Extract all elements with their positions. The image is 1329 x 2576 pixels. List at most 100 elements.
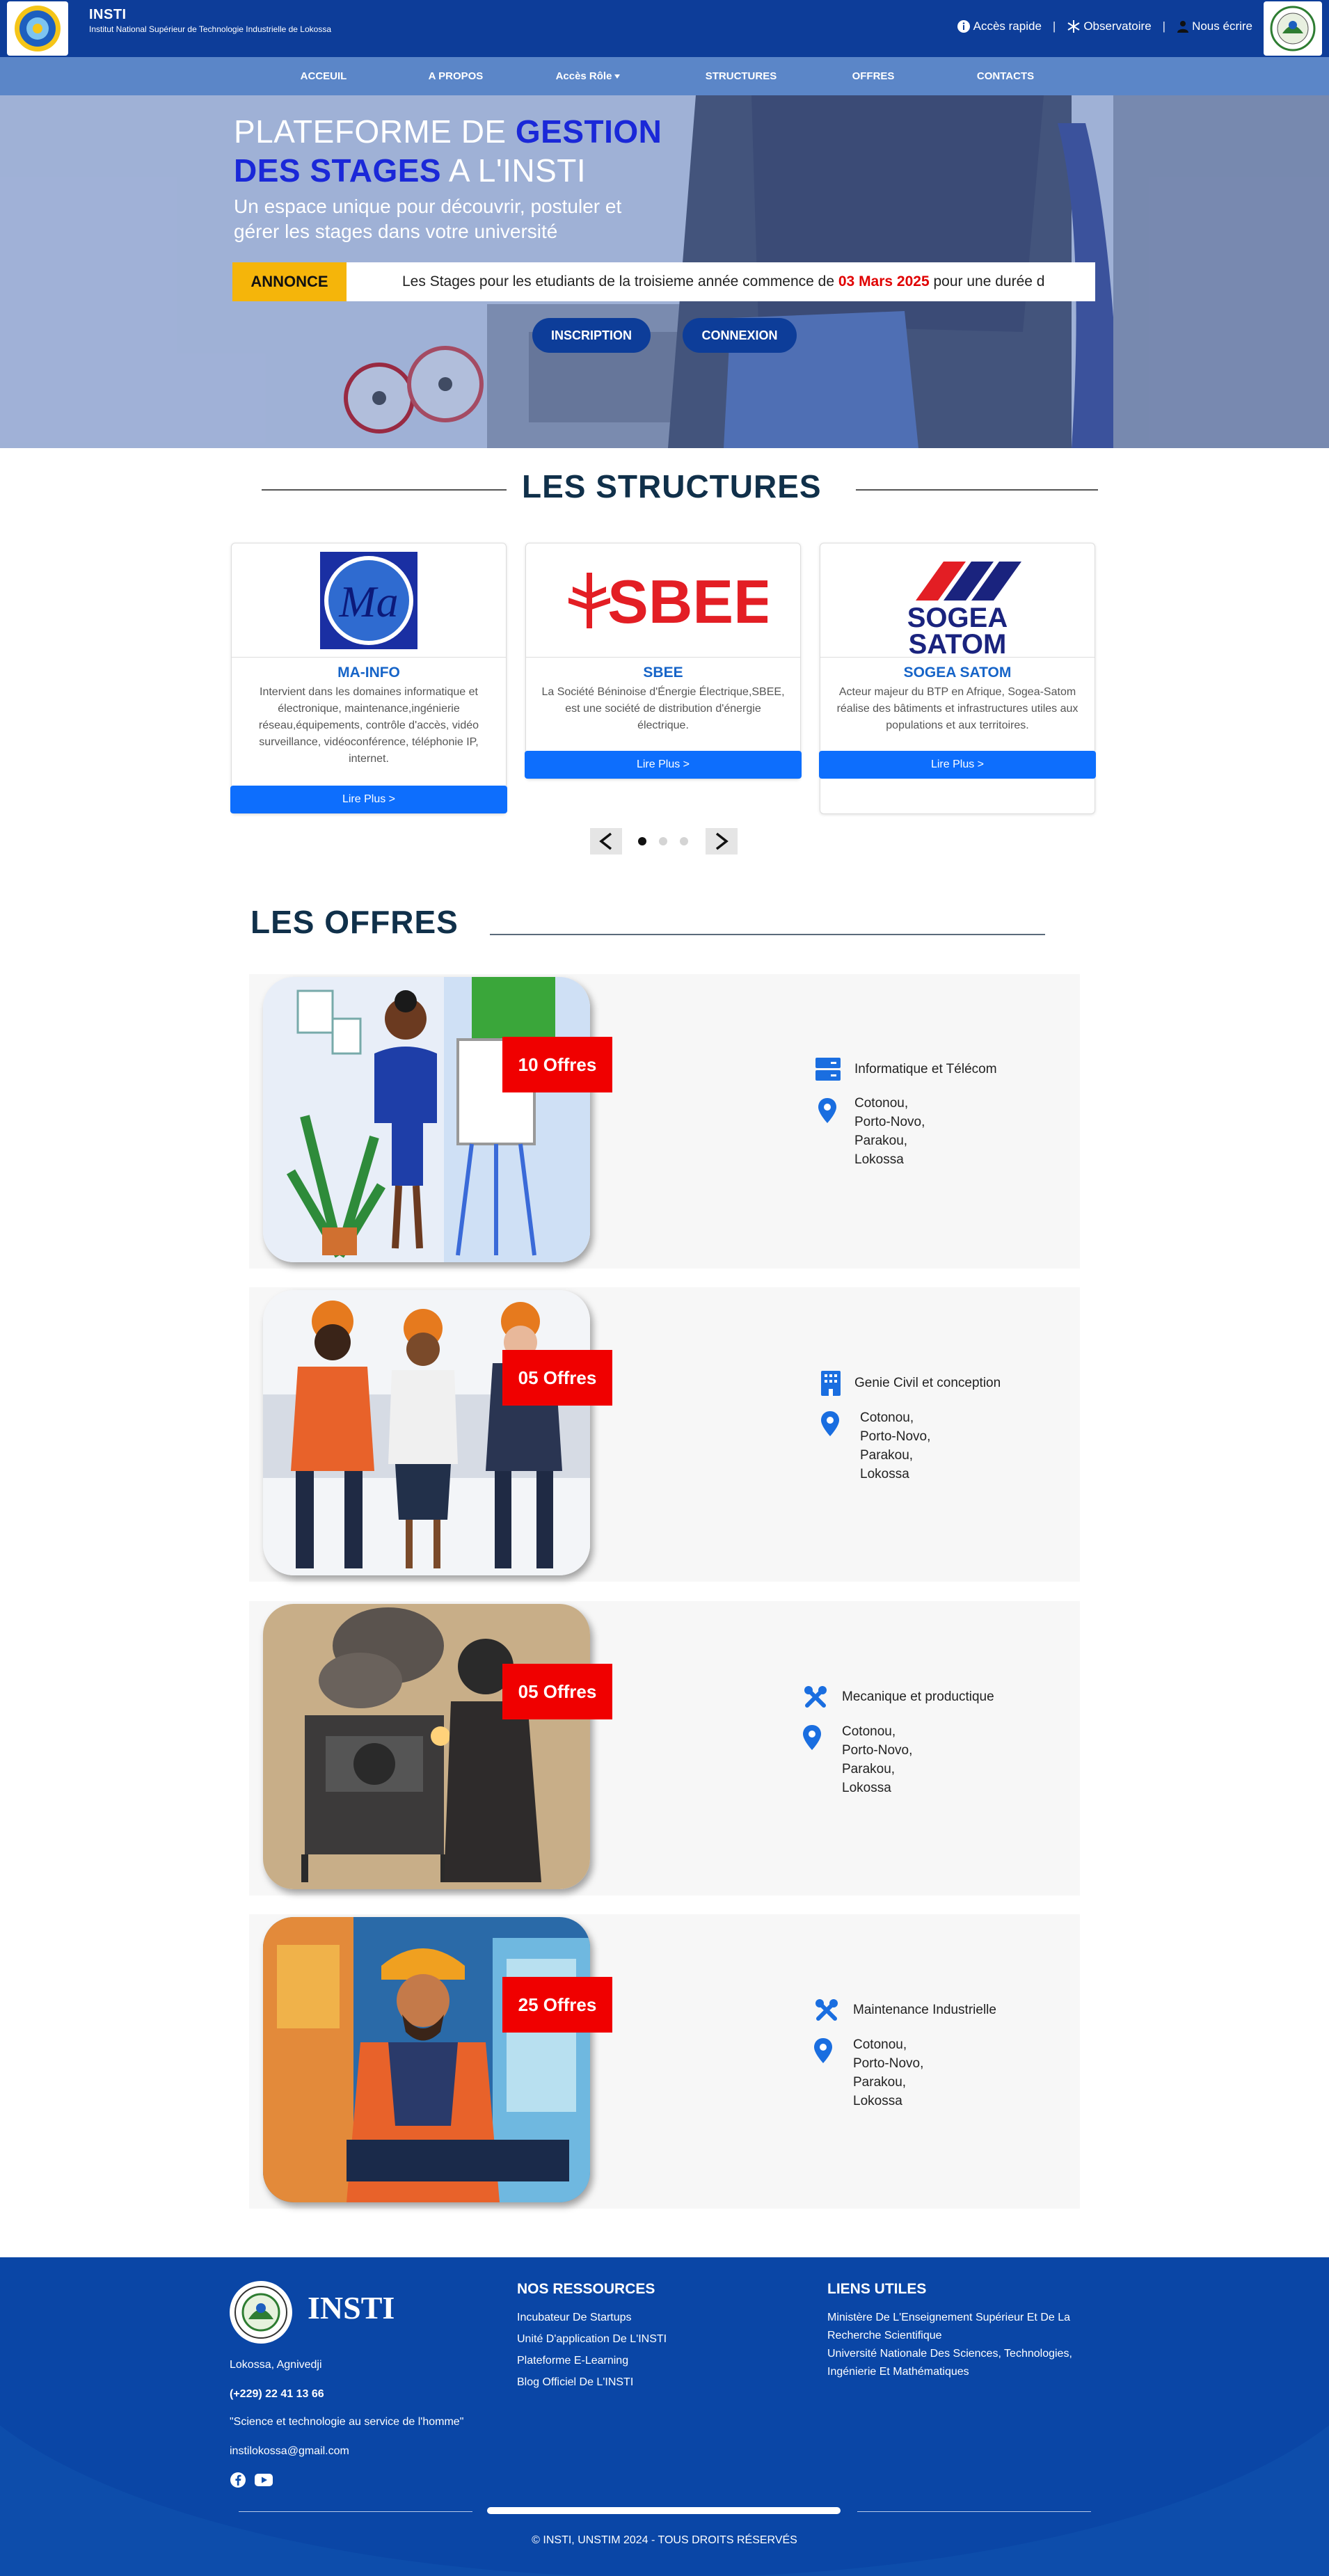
university-logo[interactable] <box>1264 1 1322 56</box>
nav-item-contacts[interactable]: CONTACTS <box>960 70 1051 82</box>
write-us-link[interactable]: Nous écrire <box>1177 19 1252 33</box>
offer-info: Informatique et Télécom Cotonou, Porto-N… <box>815 1058 997 1169</box>
offer-row[interactable]: 10 Offres Informatique et Télécom Cotono… <box>249 974 1080 1269</box>
footer-link-ministere[interactable]: Ministère De L'Enseignement Supérieur Et… <box>827 2309 1092 2345</box>
caret-down-icon <box>614 74 621 79</box>
tools-icon <box>804 1686 827 1708</box>
offer-info: Maintenance Industrielle Cotonou, Porto-… <box>814 1998 996 2110</box>
main-nav: ACCEUIL A PROPOS Accès Rôle STRUCTURES O… <box>0 57 1329 95</box>
offer-row[interactable]: 05 Offres Mecanique et productique Coton… <box>249 1601 1080 1895</box>
quick-access-link[interactable]: Accès rapide <box>957 19 1042 33</box>
connexion-button[interactable]: CONNEXION <box>683 318 797 353</box>
tools-icon <box>815 1999 838 2021</box>
location-pin-icon <box>814 2038 832 2063</box>
structure-description: La Société Béninoise d'Énergie Électriqu… <box>541 686 785 731</box>
youtube-icon[interactable] <box>255 2472 273 2488</box>
sogea-satom-logo-icon: SOGEA SATOM <box>907 561 1021 656</box>
footer-link-incubateur[interactable]: Incubateur De Startups <box>517 2309 632 2327</box>
announcement-text-a: Les Stages pour les etudiants de la troi… <box>402 273 838 289</box>
offer-domain-label: Genie Civil et conception <box>854 1376 1001 1390</box>
city: Parakou, <box>860 1448 914 1463</box>
nav-item-offres[interactable]: OFFRES <box>828 70 918 82</box>
observatory-link[interactable]: Observatoire <box>1067 19 1152 33</box>
carousel-dot[interactable] <box>680 837 688 845</box>
hero-subtitle: Un espace unique pour découvrir, postule… <box>234 196 622 242</box>
carousel-prev-button[interactable] <box>590 828 622 854</box>
structure-logo: SBEE <box>526 543 800 658</box>
nav-item-accueil[interactable]: ACCEUIL <box>278 70 369 82</box>
offers-title: LES OFFRES <box>250 904 459 940</box>
footer-link-unite[interactable]: Unité D'application De L'INSTI <box>517 2330 667 2348</box>
quick-access-label: Accès rapide <box>973 19 1042 33</box>
user-icon <box>1177 21 1189 33</box>
chevron-left-icon <box>599 832 612 850</box>
footer-logo[interactable] <box>230 2281 292 2344</box>
brand-name: INSTI <box>89 7 127 22</box>
insti-emblem-icon <box>234 2286 287 2339</box>
footer-link-blog[interactable]: Blog Officiel De L'INSTI <box>517 2374 633 2392</box>
structures-title: LES STRUCTURES <box>522 468 822 504</box>
hero-title-highlight-1: GESTION <box>515 113 662 150</box>
structure-card: Ma MA-INFO Intervient dans les domaines … <box>230 543 507 814</box>
write-us-label: Nous écrire <box>1192 19 1252 33</box>
footer-divider-bar <box>487 2507 841 2514</box>
offer-cities: Cotonou, Porto-Novo, Parakou, Lokossa <box>854 1094 997 1169</box>
offer-domain: Informatique et Télécom <box>815 1058 997 1081</box>
offer-domain-label: Maintenance Industrielle <box>853 2003 996 2017</box>
offer-domain: Maintenance Industrielle <box>814 1998 996 2023</box>
insti-logo[interactable] <box>7 1 68 56</box>
offer-image <box>263 977 590 1262</box>
offer-domain: Mecanique et productique <box>803 1685 994 1710</box>
mechanic-illustration <box>263 1604 590 1889</box>
offer-row[interactable]: 25 Offres Maintenance Industrielle Coton… <box>249 1914 1080 2209</box>
nav-item-a-propos[interactable]: A PROPOS <box>411 70 501 82</box>
building-icon <box>821 1371 841 1396</box>
announcement-text-b: pour une durée d <box>929 273 1045 289</box>
info-icon <box>957 20 970 33</box>
inscription-button[interactable]: INSCRIPTION <box>532 318 651 353</box>
structure-logo: Ma <box>232 543 506 658</box>
observatory-label: Observatoire <box>1083 19 1152 33</box>
quick-links: Accès rapide | Observatoire | Nous écrir… <box>957 19 1252 33</box>
offer-domain: Genie Civil et conception <box>821 1371 1001 1396</box>
footer: INSTI Lokossa, Agnivedji (+229) 22 41 13… <box>0 2257 1329 2576</box>
location-pin-icon <box>821 1411 839 1436</box>
footer-link-elearning[interactable]: Plateforme E-Learning <box>517 2352 628 2370</box>
offer-count-badge: 05 Offres <box>502 1664 612 1719</box>
city: Parakou, <box>854 1134 908 1148</box>
hero-title-part1: PLATEFORME DE <box>234 113 516 150</box>
city: Porto-Novo, <box>860 1429 931 1444</box>
server-icon <box>815 1058 841 1081</box>
chevron-right-icon <box>715 832 729 850</box>
sbee-logo-icon: SBEE <box>568 567 767 636</box>
carousel-dot[interactable] <box>638 837 646 845</box>
nav-item-acces-role[interactable]: Accès Rôle <box>543 70 633 82</box>
city: Porto-Novo, <box>853 2056 924 2071</box>
structure-name: SOGEA SATOM <box>903 665 1012 681</box>
city: Lokossa <box>853 2094 902 2108</box>
nav-item-acces-role-label: Accès Rôle <box>555 70 612 82</box>
footer-email[interactable]: instilokossa@gmail.com <box>230 2445 349 2458</box>
separator: | <box>1052 19 1056 33</box>
divider-line <box>262 489 507 491</box>
announcement-text: Les Stages pour les etudiants de la troi… <box>347 273 1044 290</box>
carousel-next-button[interactable] <box>706 828 738 854</box>
ma-info-logo-icon: Ma <box>320 551 417 649</box>
read-more-button[interactable]: Lire Plus > <box>230 786 507 813</box>
carousel-dot[interactable] <box>659 837 667 845</box>
footer-phone[interactable]: (+229) 22 41 13 66 <box>230 2388 324 2401</box>
facebook-icon[interactable] <box>230 2472 246 2488</box>
footer-link-unstim[interactable]: Université Nationale Des Sciences, Techn… <box>827 2345 1092 2381</box>
structure-name: MA-INFO <box>337 665 400 681</box>
offer-row[interactable]: 05 Offres Genie Civil et conception Coto… <box>249 1287 1080 1582</box>
read-more-button[interactable]: Lire Plus > <box>819 751 1096 779</box>
hero-title: PLATEFORME DE GESTION DES STAGES A L'INS… <box>234 112 662 190</box>
footer-brand: INSTI <box>308 2290 395 2325</box>
divider-line <box>856 489 1098 491</box>
offer-domain-label: Informatique et Télécom <box>854 1062 997 1076</box>
read-more-button[interactable]: Lire Plus > <box>525 751 802 779</box>
structure-card: SBEE SBEE La Société Béninoise d'Énergie… <box>525 543 802 779</box>
offer-image <box>263 1290 590 1575</box>
hero-title-highlight-2: DES STAGES <box>234 152 442 189</box>
nav-item-structures[interactable]: STRUCTURES <box>696 70 786 82</box>
